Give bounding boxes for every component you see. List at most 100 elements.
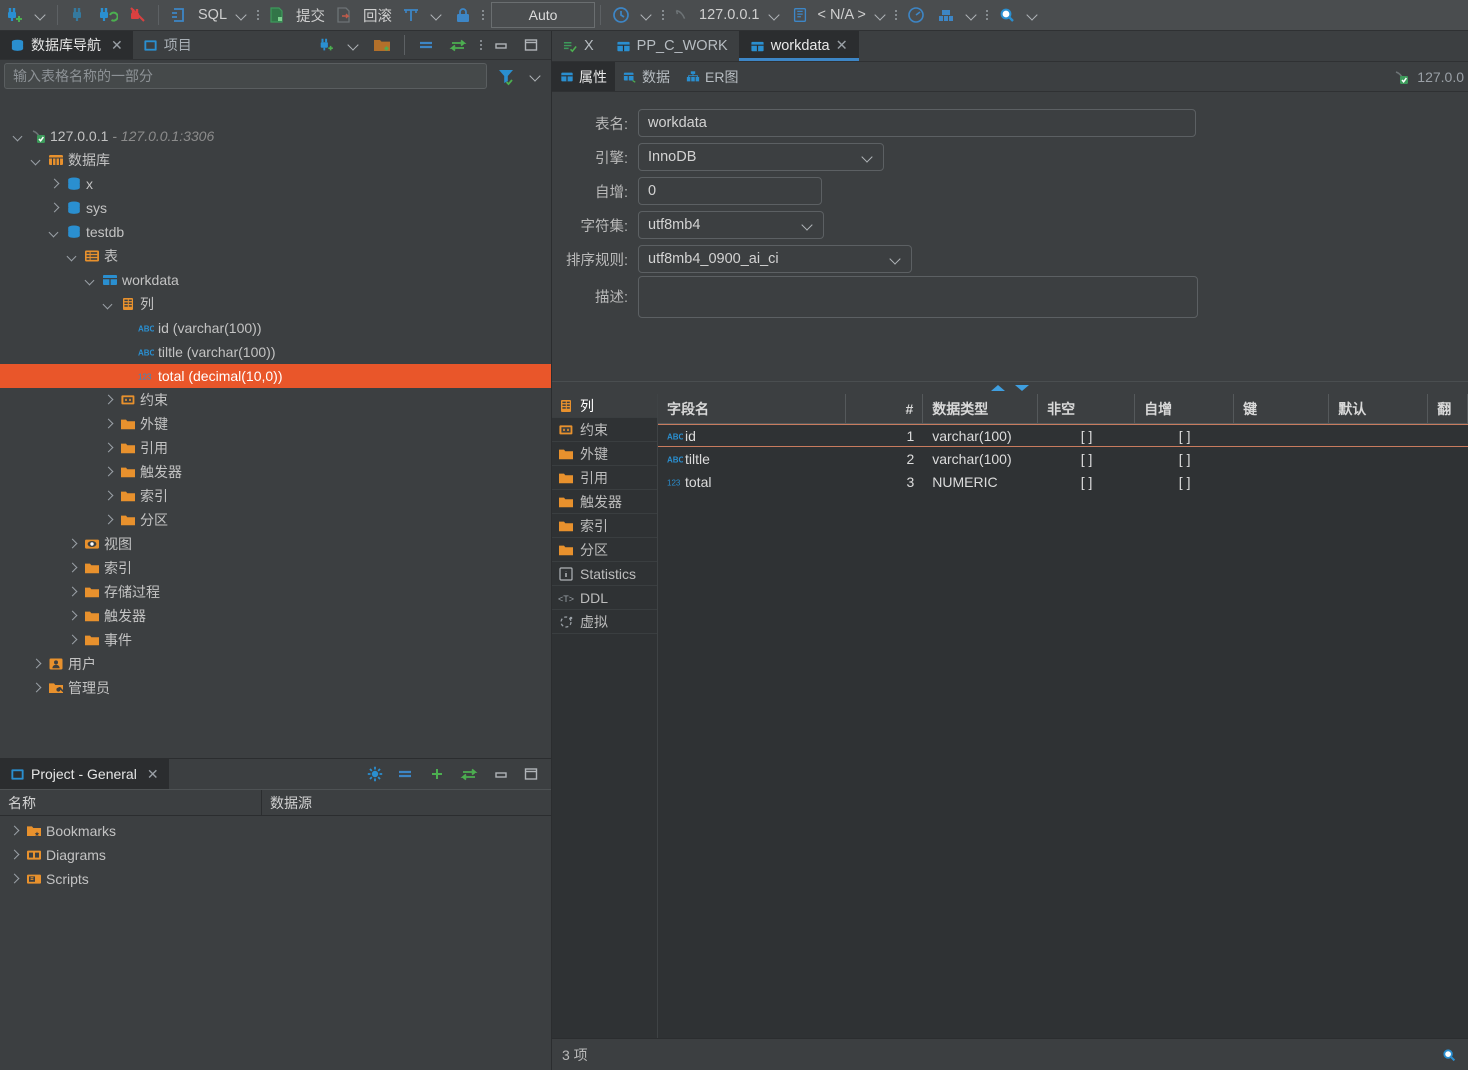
grid-cell[interactable] xyxy=(1428,447,1468,470)
chevron-right-icon[interactable] xyxy=(102,465,116,479)
chevron-right-icon[interactable] xyxy=(66,609,80,623)
grid-cell[interactable] xyxy=(1329,425,1428,446)
chevron-right-icon[interactable] xyxy=(30,681,44,695)
tree-item-total-decimal-10-0-[interactable]: 123 total (decimal(10,0)) xyxy=(0,364,551,388)
grid-cell[interactable]: varchar(100) xyxy=(923,447,1038,470)
tree-item-索引[interactable]: 索引 xyxy=(0,556,551,580)
close-icon[interactable]: ✕ xyxy=(111,37,123,54)
column-header-键[interactable]: 键 xyxy=(1234,394,1330,423)
search-icon[interactable] xyxy=(1440,1046,1458,1064)
section-tab-约束[interactable]: 约束 xyxy=(552,418,657,442)
auto-increment-input[interactable]: 0 xyxy=(638,177,822,205)
grid-cell[interactable]: 2 xyxy=(846,447,923,470)
filter-icon[interactable] xyxy=(491,62,521,90)
rollback-button[interactable]: 回滚 xyxy=(359,1,396,29)
search-chevron-down-icon[interactable] xyxy=(1022,1,1044,29)
transaction-mode-icon[interactable] xyxy=(396,1,426,29)
tree-item-数据库[interactable]: 数据库 xyxy=(0,148,551,172)
object-section-tabs[interactable]: 列约束 外键 引用 触发器 索引 分区 Statistics <T> DDL 虚拟 xyxy=(552,394,658,1038)
data-transfer-icon[interactable] xyxy=(931,1,961,29)
grid-cell[interactable]: [ ] xyxy=(1135,447,1234,470)
grid-cell[interactable]: [ ] xyxy=(1038,470,1135,493)
minimize-panel-icon[interactable] xyxy=(487,760,515,788)
tree-item-外键[interactable]: 外键 xyxy=(0,412,551,436)
section-tab-索引[interactable]: 索引 xyxy=(552,514,657,538)
tree-item-事件[interactable]: 事件 xyxy=(0,628,551,652)
sql-editor-icon[interactable] xyxy=(164,1,194,29)
grid-cell[interactable]: ABC tiltle xyxy=(658,447,846,470)
chevron-right-icon[interactable] xyxy=(102,393,116,407)
sort-descending-icon[interactable] xyxy=(1015,385,1029,391)
chevron-right-icon[interactable] xyxy=(66,561,80,575)
subtab-er-diagram[interactable]: ER图 xyxy=(678,62,746,91)
sql-dropdown-chevron-down-icon[interactable] xyxy=(231,1,253,29)
collapse-all-icon[interactable] xyxy=(412,31,442,59)
connection-dropdown-chevron-down-icon[interactable] xyxy=(30,1,52,29)
maximize-panel-icon[interactable] xyxy=(517,31,545,59)
grid-cell[interactable] xyxy=(1329,447,1428,470)
datasource-select-icon[interactable] xyxy=(667,1,695,29)
chevron-right-icon[interactable] xyxy=(8,848,22,862)
grid-cell[interactable]: varchar(100) xyxy=(923,425,1038,446)
chevron-right-icon[interactable] xyxy=(8,824,22,838)
tree-item-sys[interactable]: sys xyxy=(0,196,551,220)
tree-item-workdata[interactable]: workdata xyxy=(0,268,551,292)
chevron-right-icon[interactable] xyxy=(66,537,80,551)
editor-tab-pp-c-work[interactable]: PP_C_WORK xyxy=(605,31,739,61)
description-textarea[interactable] xyxy=(638,276,1198,318)
sql-overflow-icon[interactable] xyxy=(253,4,262,26)
subtab-properties[interactable]: 属性 xyxy=(552,62,615,91)
project-item-diagrams[interactable]: Diagrams xyxy=(0,843,551,867)
grid-cell[interactable] xyxy=(1234,425,1329,446)
commit-icon[interactable] xyxy=(262,1,292,29)
lock-icon[interactable] xyxy=(448,1,478,29)
section-tab-外键[interactable]: 外键 xyxy=(552,442,657,466)
rollback-icon[interactable] xyxy=(329,1,359,29)
tree-item-分区[interactable]: 分区 xyxy=(0,508,551,532)
grid-cell[interactable]: ABC id xyxy=(658,425,846,446)
section-tab-分区[interactable]: 分区 xyxy=(552,538,657,562)
commit-button[interactable]: 提交 xyxy=(292,1,329,29)
column-header-#[interactable]: # xyxy=(846,394,924,423)
navigator-overflow-icon[interactable] xyxy=(476,34,485,56)
search-icon[interactable] xyxy=(992,1,1022,29)
tree-item-tiltle-varchar-100-[interactable]: ABC tiltle (varchar(100)) xyxy=(0,340,551,364)
chevron-down-icon[interactable] xyxy=(48,225,62,239)
section-tab-触发器[interactable]: 触发器 xyxy=(552,490,657,514)
section-tab-statistics[interactable]: Statistics xyxy=(552,562,657,586)
editor-tab-workdata[interactable]: workdata ✕ xyxy=(738,31,859,61)
new-connection-chevron-down-icon[interactable] xyxy=(343,31,365,59)
tree-item-索引[interactable]: 索引 xyxy=(0,484,551,508)
new-connection-icon[interactable] xyxy=(313,31,341,59)
tools-overflow-icon[interactable] xyxy=(983,4,992,26)
grid-cell[interactable] xyxy=(1428,470,1468,493)
grid-cell[interactable] xyxy=(1329,470,1428,493)
close-icon[interactable]: ✕ xyxy=(836,38,848,54)
tree-item-触发器[interactable]: 触发器 xyxy=(0,460,551,484)
chevron-right-icon[interactable] xyxy=(48,177,62,191)
transaction-chevron-down-icon[interactable] xyxy=(426,1,448,29)
tree-item-id-varchar-100-[interactable]: ABC id (varchar(100)) xyxy=(0,316,551,340)
chevron-right-icon[interactable] xyxy=(102,513,116,527)
chevron-right-icon[interactable] xyxy=(102,489,116,503)
performance-icon[interactable] xyxy=(901,1,931,29)
gear-icon[interactable] xyxy=(361,760,389,788)
tab-projects[interactable]: 项目 xyxy=(133,31,202,59)
column-header-翻[interactable]: 翻 xyxy=(1428,394,1468,423)
tab-database-navigator[interactable]: 数据库导航 ✕ xyxy=(0,31,133,59)
tree-item-testdb[interactable]: testdb xyxy=(0,220,551,244)
link-editor-icon[interactable] xyxy=(455,760,485,788)
disconnect-icon[interactable] xyxy=(63,1,93,29)
datasource-overflow-icon[interactable] xyxy=(892,4,901,26)
close-icon[interactable]: ✕ xyxy=(147,766,159,783)
editor-tab-sql-console[interactable]: X xyxy=(552,31,605,61)
grid-cell[interactable]: 1 xyxy=(846,425,923,446)
tree-item-用户[interactable]: 用户 xyxy=(0,652,551,676)
grid-cell[interactable] xyxy=(1428,425,1468,446)
chevron-down-icon[interactable] xyxy=(12,129,26,143)
chevron-right-icon[interactable] xyxy=(66,633,80,647)
column-header-自增[interactable]: 自增 xyxy=(1135,394,1235,423)
grid-cell[interactable] xyxy=(1234,447,1329,470)
data-transfer-chevron-down-icon[interactable] xyxy=(961,1,983,29)
grid-cell[interactable]: [ ] xyxy=(1135,470,1234,493)
